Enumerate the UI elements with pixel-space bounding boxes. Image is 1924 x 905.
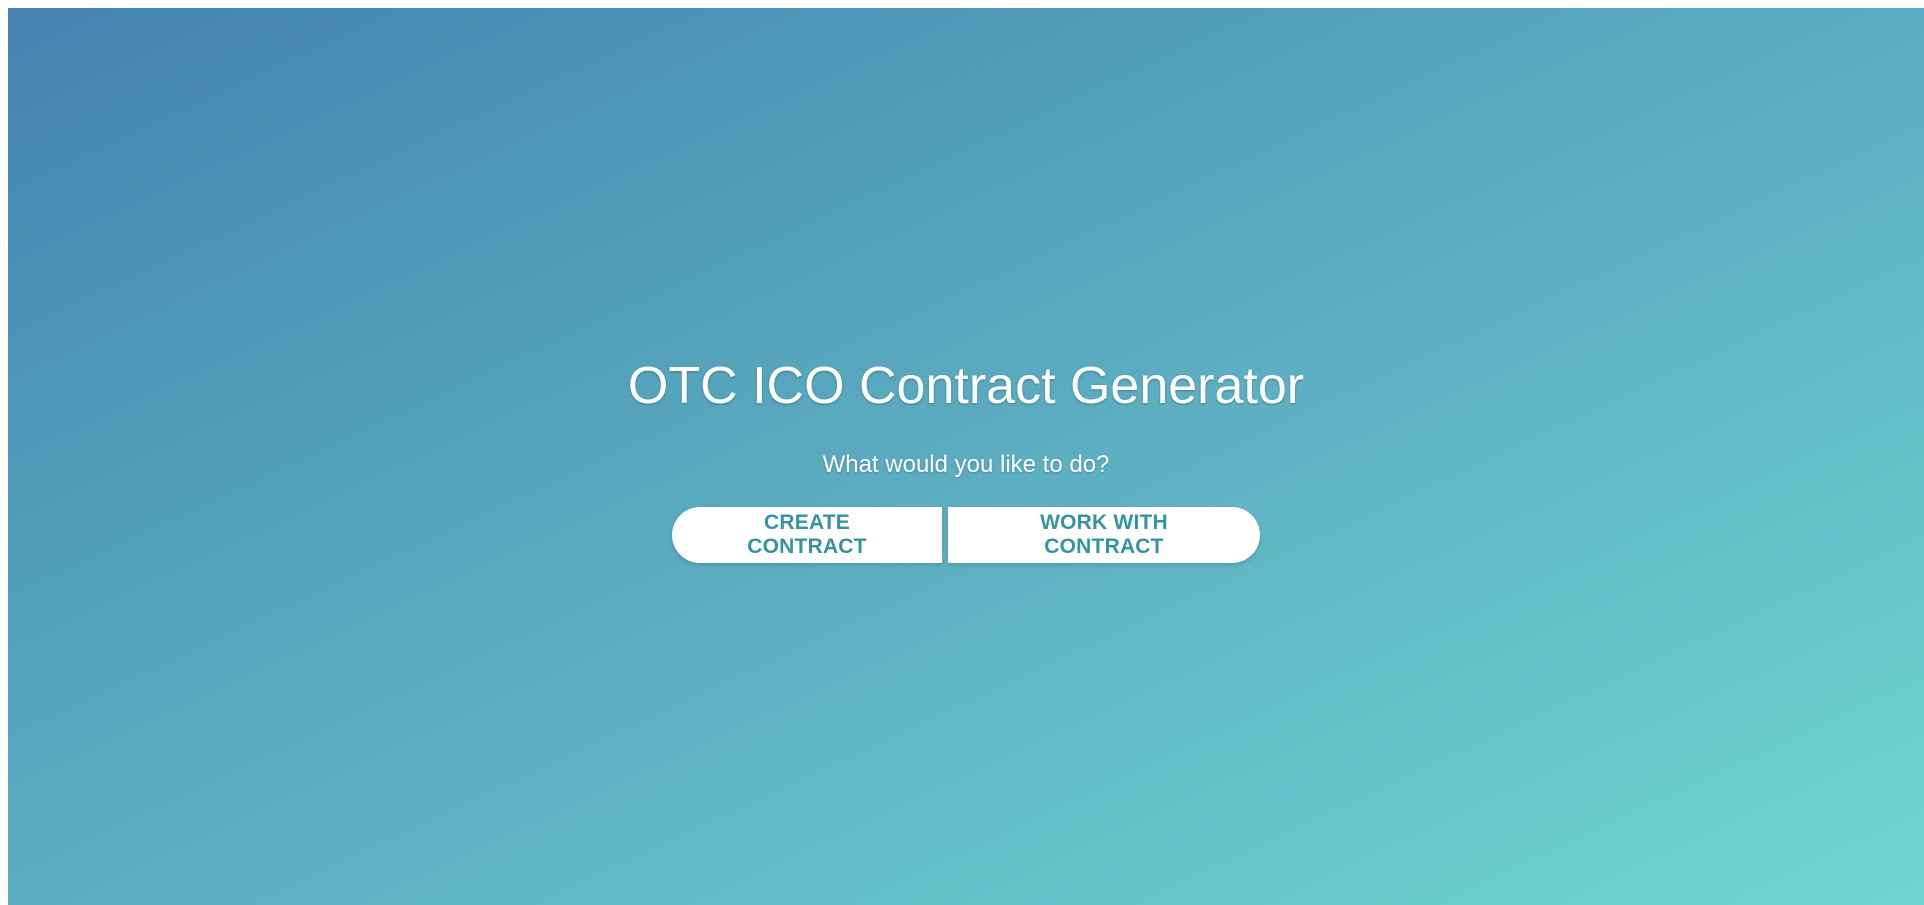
page-title: OTC ICO Contract Generator <box>627 357 1305 415</box>
work-with-contract-button[interactable]: WORK WITH CONTRACT <box>948 507 1260 564</box>
page-subtitle: What would you like to do? <box>822 451 1110 479</box>
action-button-group: CREATE CONTRACT WORK WITH CONTRACT <box>672 507 1260 564</box>
create-contract-button[interactable]: CREATE CONTRACT <box>672 507 942 564</box>
hero-section: OTC ICO Contract Generator What would yo… <box>8 357 1924 564</box>
page-background: OTC ICO Contract Generator What would yo… <box>8 8 1924 905</box>
